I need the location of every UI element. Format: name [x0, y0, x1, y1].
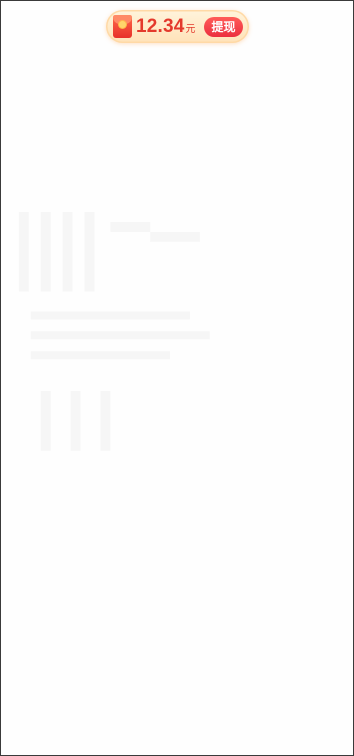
balance-value: 12.34 [136, 15, 185, 37]
withdraw-button[interactable]: 提现 [204, 16, 243, 37]
app-screen: 12.34 元 提现 [0, 0, 354, 756]
wallet-balance-pill[interactable]: 12.34 元 提现 [106, 10, 249, 43]
balance-amount: 12.34 元 [136, 16, 196, 38]
currency-unit: 元 [185, 23, 196, 35]
faint-background-graphic [18, 212, 210, 451]
red-envelope-icon [113, 15, 132, 38]
